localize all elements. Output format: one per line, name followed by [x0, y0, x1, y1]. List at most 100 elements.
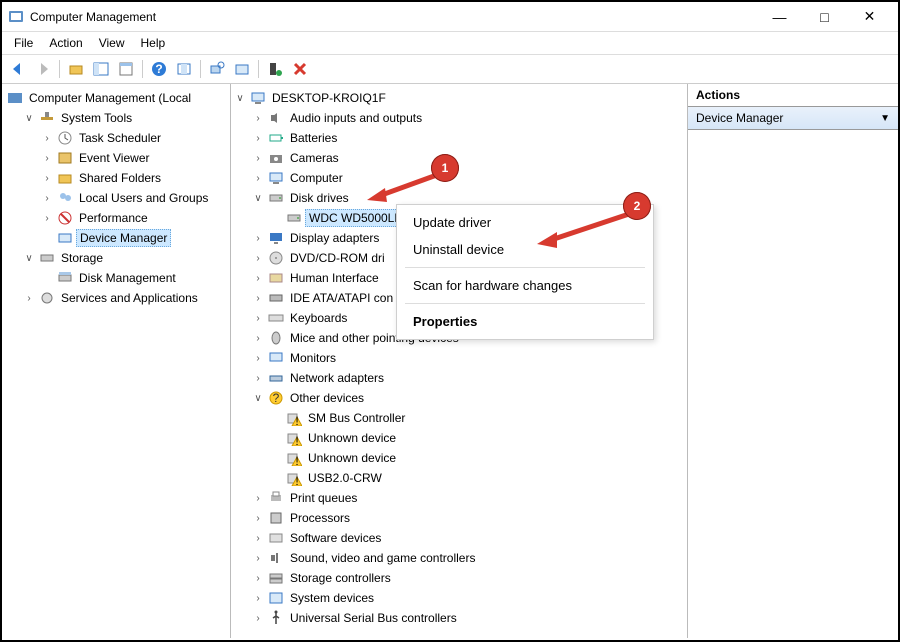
nav-services-apps[interactable]: Services and Applications [58, 290, 201, 306]
device-category[interactable]: Disk drives [287, 190, 352, 206]
maximize-button[interactable]: □ [802, 3, 847, 31]
expand-icon[interactable]: › [251, 491, 265, 505]
expand-icon[interactable]: › [251, 591, 265, 605]
expand-icon[interactable]: › [251, 111, 265, 125]
disk-icon [268, 190, 284, 206]
expand-icon[interactable]: › [251, 131, 265, 145]
menu-file[interactable]: File [6, 34, 41, 52]
nav-performance[interactable]: Performance [76, 210, 151, 226]
nav-disk-management[interactable]: Disk Management [76, 270, 179, 286]
device-category[interactable]: Software devices [287, 530, 384, 546]
device-category[interactable]: Processors [287, 510, 353, 526]
expand-icon[interactable]: › [40, 171, 54, 185]
disk-icon [286, 210, 302, 226]
device-category[interactable]: Display adapters [287, 230, 382, 246]
storage-icon [268, 570, 284, 586]
expand-icon[interactable]: › [251, 331, 265, 345]
device-category[interactable]: Audio inputs and outputs [287, 110, 425, 126]
device-category[interactable]: Universal Serial Bus controllers [287, 610, 460, 626]
system-icon [268, 590, 284, 606]
help-button[interactable]: ? [147, 57, 171, 81]
menu-help[interactable]: Help [133, 34, 174, 52]
device-category[interactable]: Cameras [287, 150, 342, 166]
close-button[interactable]: ✕ [847, 3, 892, 31]
properties-button[interactable] [114, 57, 138, 81]
show-hide-console-tree-button[interactable] [89, 57, 113, 81]
computer-mgmt-icon [7, 90, 23, 106]
device-root[interactable]: DESKTOP-KROIQ1F [269, 90, 389, 106]
nav-root[interactable]: Computer Management (Local [26, 90, 194, 106]
uninstall-device-button[interactable] [288, 57, 312, 81]
device-category[interactable]: Print queues [287, 490, 360, 506]
nav-task-scheduler[interactable]: Task Scheduler [76, 130, 164, 146]
collapse-icon[interactable]: ∨ [233, 91, 247, 105]
device-category[interactable]: IDE ATA/ATAPI con [287, 290, 396, 306]
device-item[interactable]: SM Bus Controller [305, 410, 408, 426]
device-category[interactable]: Storage controllers [287, 570, 394, 586]
app-icon [8, 9, 24, 25]
nav-event-viewer[interactable]: Event Viewer [76, 150, 152, 166]
device-category[interactable]: Other devices [287, 390, 367, 406]
device-category[interactable]: Batteries [287, 130, 340, 146]
up-button[interactable] [64, 57, 88, 81]
expand-icon[interactable]: ∨ [251, 391, 265, 405]
device-item[interactable]: USB2.0-CRW [305, 470, 385, 486]
menu-action[interactable]: Action [41, 34, 90, 52]
device-item[interactable]: Unknown device [305, 430, 399, 446]
expand-icon[interactable]: › [251, 511, 265, 525]
nav-users-groups[interactable]: Local Users and Groups [76, 190, 211, 206]
svg-text:!: ! [295, 414, 298, 426]
device-category[interactable]: Computer [287, 170, 346, 186]
expand-icon[interactable]: › [22, 291, 36, 305]
expand-icon[interactable]: › [251, 231, 265, 245]
device-manager-icon [57, 230, 73, 246]
expand-icon[interactable]: › [40, 151, 54, 165]
expand-icon[interactable]: › [40, 131, 54, 145]
expand-icon[interactable]: › [251, 271, 265, 285]
nav-device-manager[interactable]: Device Manager [76, 229, 171, 247]
expand-icon[interactable]: › [251, 351, 265, 365]
scan-hardware-button[interactable] [205, 57, 229, 81]
expand-icon[interactable]: › [40, 191, 54, 205]
device-category[interactable]: System devices [287, 590, 377, 606]
expand-icon[interactable]: › [40, 211, 54, 225]
expand-icon[interactable]: › [251, 531, 265, 545]
expand-icon[interactable]: › [251, 571, 265, 585]
nav-shared-folders[interactable]: Shared Folders [76, 170, 164, 186]
back-button[interactable] [6, 57, 30, 81]
device-category[interactable]: DVD/CD-ROM dri [287, 250, 388, 266]
device-item[interactable]: Unknown device [305, 450, 399, 466]
device-category[interactable]: Monitors [287, 350, 339, 366]
soft-icon [268, 530, 284, 546]
expand-icon[interactable]: › [251, 251, 265, 265]
console-tree[interactable]: Computer Management (Local ∨ System Tools… [2, 84, 230, 638]
expand-icon[interactable]: › [251, 551, 265, 565]
actions-device-manager[interactable]: Device Manager ▼ [688, 107, 898, 130]
expand-icon[interactable]: ∨ [22, 251, 36, 265]
menu-view[interactable]: View [91, 34, 133, 52]
forward-button[interactable] [31, 57, 55, 81]
expand-icon[interactable]: › [251, 171, 265, 185]
nav-storage[interactable]: Storage [58, 250, 106, 266]
expand-icon[interactable]: › [251, 151, 265, 165]
expand-icon[interactable]: › [251, 371, 265, 385]
device-category[interactable]: Keyboards [287, 310, 350, 326]
device-category[interactable]: Human Interface [287, 270, 382, 286]
device-tree-pane[interactable]: ∨ DESKTOP-KROIQ1F › Audio inputs and outpu… [230, 84, 688, 638]
expand-icon[interactable]: › [251, 291, 265, 305]
toolbar-button-6[interactable] [172, 57, 196, 81]
expand-icon[interactable]: ∨ [251, 191, 265, 205]
expand-icon[interactable]: ∨ [22, 111, 36, 125]
context-properties[interactable]: Properties [397, 308, 653, 335]
expand-icon[interactable]: › [251, 611, 265, 625]
nav-system-tools[interactable]: System Tools [58, 110, 135, 126]
device-category[interactable]: Sound, video and game controllers [287, 550, 478, 566]
menu-bar: File Action View Help [2, 32, 898, 54]
expand-icon[interactable]: › [251, 311, 265, 325]
users-groups-icon [57, 190, 73, 206]
toolbar-button-8[interactable] [230, 57, 254, 81]
device-category[interactable]: Network adapters [287, 370, 387, 386]
minimize-button[interactable]: — [757, 3, 802, 31]
context-scan-hardware[interactable]: Scan for hardware changes [397, 272, 653, 299]
enable-device-button[interactable] [263, 57, 287, 81]
